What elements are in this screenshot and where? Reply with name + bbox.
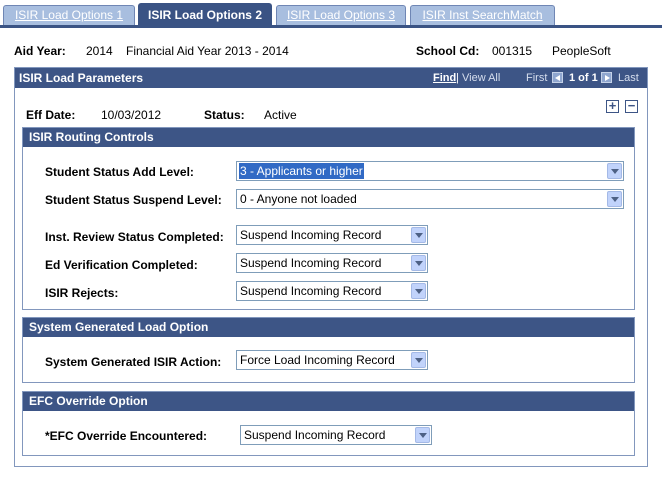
status-value: Active [264,108,297,122]
tab-isir-load-options-3[interactable]: ISIR Load Options 3 [276,5,406,25]
tab-baseline [0,25,662,28]
inst-review-label: Inst. Review Status Completed: [45,230,224,244]
next-arrow-icon[interactable] [601,72,612,83]
aid-year-label: Aid Year: [14,44,66,58]
isir-rejects-label: ISIR Rejects: [45,286,119,300]
last-label: Last [618,72,639,84]
system-generated-action-value: Force Load Incoming Record [240,353,395,367]
previous-arrow-icon[interactable] [552,72,563,83]
view-all-link[interactable]: View All [462,68,500,88]
tab-isir-inst-searchmatch[interactable]: ISIR Inst SearchMatch [410,5,555,25]
section-header: ISIR Routing Controls [23,128,634,147]
isir-rejects-value: Suspend Incoming Record [240,284,382,298]
efc-override-select[interactable]: Suspend Incoming Record [240,425,432,445]
section-title: ISIR Routing Controls [29,130,154,144]
aid-year-description: Financial Aid Year 2013 - 2014 [126,44,289,58]
ed-verification-label: Ed Verification Completed: [45,258,198,272]
inst-review-select[interactable]: Suspend Incoming Record [236,225,428,245]
system-generated-action-label: System Generated ISIR Action: [45,355,222,369]
nav-separator: | [456,72,459,84]
eff-date-value: 10/03/2012 [101,108,162,122]
delete-row-button[interactable]: − [625,99,638,113]
system-generated-action-select[interactable]: Force Load Incoming Record [236,350,428,370]
chevron-down-icon[interactable] [411,255,426,271]
chevron-down-icon[interactable] [415,427,430,443]
school-cd-value: 001315 [492,44,533,58]
ed-verification-select[interactable]: Suspend Incoming Record [236,253,428,273]
status-label: Status: [204,108,245,122]
chevron-down-icon[interactable] [411,227,426,243]
chevron-down-icon[interactable] [411,352,426,368]
suspend-level-value: 0 - Anyone not loaded [240,192,357,206]
suspend-level-label: Student Status Suspend Level: [45,193,222,207]
add-level-label: Student Status Add Level: [45,165,194,179]
tab-isir-load-options-2[interactable]: ISIR Load Options 2 [138,3,272,26]
school-cd-description: PeopleSoft [552,44,611,58]
add-row-button[interactable]: + [606,99,619,113]
panel-title: ISIR Load Parameters [19,71,144,85]
add-level-value: 3 - Applicants or higher [239,163,364,179]
chevron-down-icon[interactable] [411,283,426,299]
section-header: System Generated Load Option [23,318,634,337]
row-count: 1 of 1 [569,72,598,84]
section-title: System Generated Load Option [29,320,209,334]
tab-bar: ISIR Load Options 1 ISIR Load Options 2 … [0,0,662,28]
first-label: First [526,72,548,84]
add-level-select[interactable]: 3 - Applicants or higher [236,161,624,181]
section-header: EFC Override Option [23,392,634,411]
section-title: EFC Override Option [29,394,148,408]
aid-year-value: 2014 [86,44,113,58]
efc-override-value: Suspend Incoming Record [244,428,386,442]
chevron-down-icon[interactable] [607,191,622,207]
inst-review-value: Suspend Incoming Record [240,228,382,242]
suspend-level-select[interactable]: 0 - Anyone not loaded [236,189,624,209]
find-link[interactable]: Find [433,68,456,88]
efc-override-option-section: EFC Override Option [22,391,635,456]
ed-verification-value: Suspend Incoming Record [240,256,382,270]
chevron-down-icon[interactable] [607,163,622,179]
panel-title-bar: ISIR Load Parameters Find | View All Fir… [15,68,647,88]
isir-rejects-select[interactable]: Suspend Incoming Record [236,281,428,301]
eff-date-label: Eff Date: [26,108,76,122]
efc-override-label: *EFC Override Encountered: [45,429,208,443]
school-cd-label: School Cd: [416,44,480,58]
tab-isir-load-options-1[interactable]: ISIR Load Options 1 [3,5,135,25]
